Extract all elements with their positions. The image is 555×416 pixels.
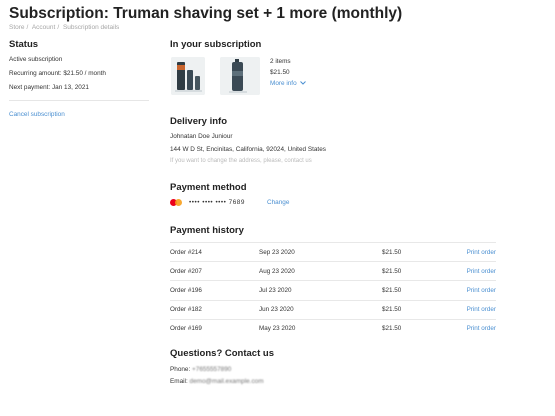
product-image-shaving-set[interactable]: [171, 57, 205, 95]
print-order-link[interactable]: Print order: [467, 306, 496, 313]
more-info-label: More info: [270, 80, 297, 88]
order-date: Jun 23 2020: [259, 299, 382, 320]
order-amount: $21.50: [382, 299, 462, 320]
table-row: Order #207 Aug 23 2020 $21.50 Print orde…: [170, 261, 496, 281]
email-label: Email:: [170, 378, 188, 385]
order-id: Order #196: [170, 280, 259, 301]
breadcrumb-account[interactable]: Account: [32, 24, 56, 31]
order-amount: $21.50: [382, 261, 462, 281]
page-title: Subscription: Truman shaving set + 1 mor…: [9, 5, 403, 22]
shaving-set-icon: [171, 57, 205, 95]
print-order-link[interactable]: Print order: [467, 325, 496, 332]
table-row: Order #196 Jul 23 2020 $21.50 Print orde…: [170, 280, 496, 301]
print-order-link[interactable]: Print order: [467, 268, 496, 275]
order-date: May 23 2020: [259, 318, 382, 338]
recurring-amount: Recurring amount: $21.50 / month: [9, 70, 106, 77]
next-payment: Next payment: Jan 13, 2021: [9, 84, 89, 91]
breadcrumb-current: Subscription details: [62, 24, 120, 31]
change-payment-link[interactable]: Change: [267, 199, 289, 206]
phone-label: Phone:: [170, 366, 191, 373]
email-value[interactable]: demo@mail.example.com: [190, 378, 264, 385]
phone-value[interactable]: +7655557890: [192, 366, 231, 373]
contact-heading: Questions? Contact us: [170, 348, 274, 359]
table-row: Order #169 May 23 2020 $21.50 Print orde…: [170, 318, 496, 338]
order-date: Jul 23 2020: [259, 280, 382, 301]
subscription-heading: In your subscription: [170, 39, 262, 50]
order-id: Order #207: [170, 261, 259, 281]
delivery-address: 144 W D St, Encinitas, California, 92024…: [170, 146, 326, 153]
order-date: Aug 23 2020: [259, 261, 382, 281]
order-amount: $21.50: [382, 280, 462, 301]
more-info-link[interactable]: More info: [270, 80, 307, 88]
table-row: Order #214 Sep 23 2020 $21.50 Print orde…: [170, 241, 496, 262]
product-image-foam[interactable]: [220, 57, 260, 95]
delivery-heading: Delivery info: [170, 116, 228, 127]
order-id: Order #214: [170, 241, 259, 262]
mastercard-icon: [170, 198, 184, 207]
foam-can-icon: [220, 57, 260, 95]
status-state: Active subscription: [9, 56, 63, 63]
payment-history-table: Order #214 Sep 23 2020 $21.50 Print orde…: [170, 241, 496, 338]
order-id: Order #169: [170, 318, 259, 338]
card-number-masked: •••• •••• •••• 7689: [189, 199, 245, 206]
contact-phone: Phone: +7655557890: [170, 366, 231, 373]
print-order-link[interactable]: Print order: [467, 287, 496, 294]
print-order-link[interactable]: Print order: [467, 249, 496, 256]
order-date: Sep 23 2020: [259, 241, 382, 262]
payment-history-heading: Payment history: [170, 225, 244, 236]
subscription-price: $21.50: [270, 69, 290, 76]
order-amount: $21.50: [382, 318, 462, 338]
contact-email: Email: demo@mail.example.com: [170, 378, 264, 385]
delivery-name: Johnatan Doe Juniour: [170, 133, 233, 140]
chevron-down-icon: [300, 80, 307, 87]
status-heading: Status: [9, 39, 39, 50]
items-count: 2 items: [270, 58, 291, 65]
breadcrumb: Store / Account / Subscription details: [9, 24, 120, 31]
table-row: Order #182 Jun 23 2020 $21.50 Print orde…: [170, 299, 496, 320]
cancel-subscription-link[interactable]: Cancel subscription: [9, 111, 65, 118]
status-divider: [9, 100, 149, 101]
breadcrumb-store[interactable]: Store: [9, 24, 25, 31]
delivery-note: If you want to change the address, pleas…: [170, 158, 312, 164]
payment-method-heading: Payment method: [170, 182, 247, 193]
order-id: Order #182: [170, 299, 259, 320]
order-amount: $21.50: [382, 241, 462, 262]
